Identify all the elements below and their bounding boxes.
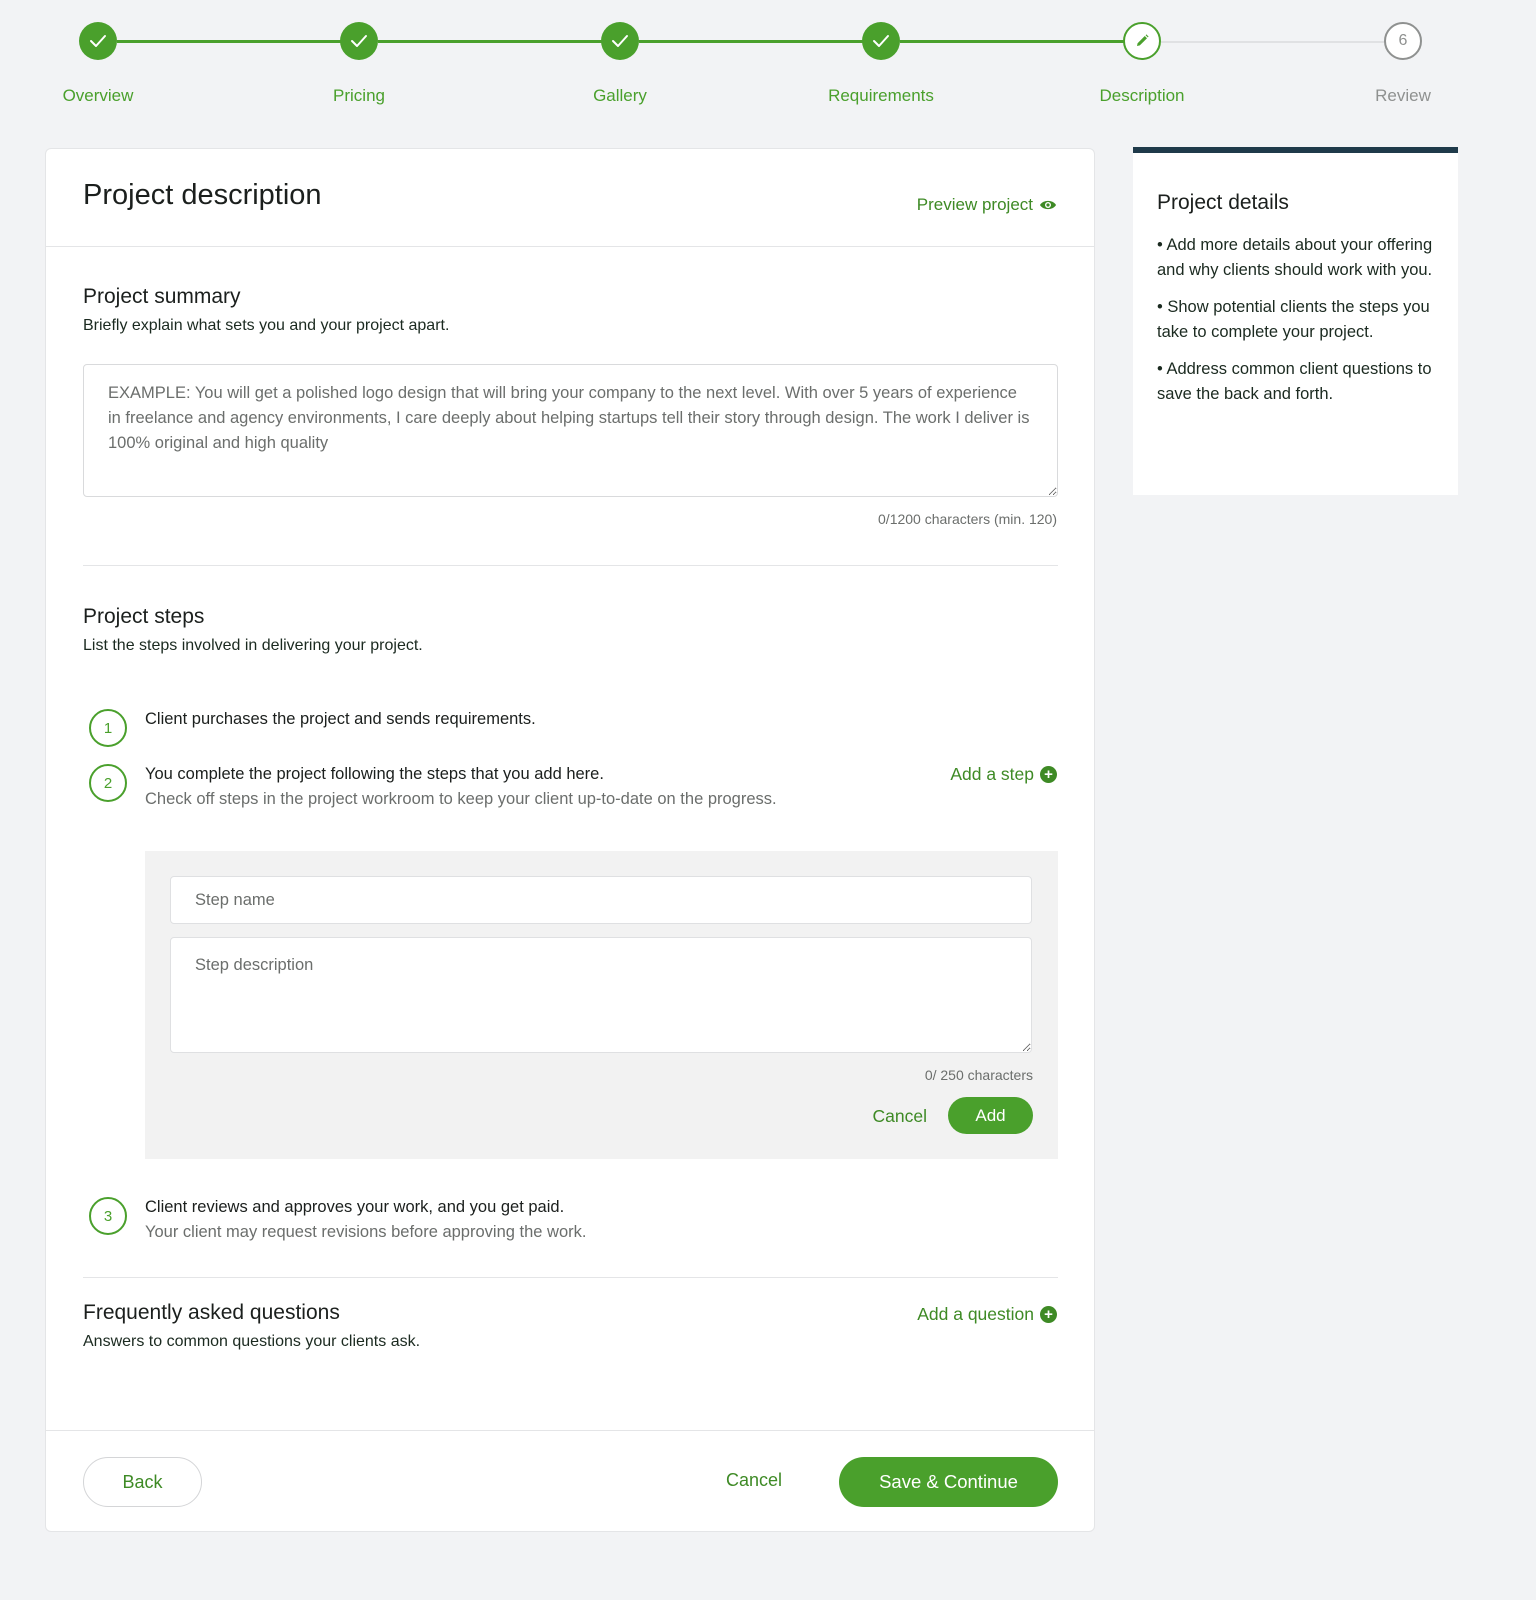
card-footer: Back Cancel Save & Continue — [46, 1430, 1094, 1532]
step-text: You complete the project following the s… — [145, 762, 777, 812]
steps-subtitle: List the steps involved in delivering yo… — [83, 637, 423, 654]
stepper-connector — [1161, 41, 1385, 43]
step-description-textarea[interactable] — [170, 937, 1032, 1053]
step-review-number: 6 — [1398, 32, 1408, 49]
sidebar-tip: • Show potential clients the steps you t… — [1157, 298, 1430, 341]
section-divider — [83, 1277, 1058, 1278]
step-sub-text: Your client may request revisions before… — [145, 1223, 587, 1241]
faq-title: Frequently asked questions — [83, 1301, 340, 1324]
project-description-card: Project description Preview project Proj… — [45, 148, 1095, 1532]
check-icon — [873, 35, 889, 47]
step-description-counter: 0/ 250 characters — [924, 1067, 1033, 1083]
card-header: Project description Preview project — [46, 149, 1094, 247]
step-main-text: Client purchases the project and sends r… — [145, 710, 536, 728]
stepper-connector — [378, 40, 602, 43]
step-label-pricing[interactable]: Pricing — [259, 86, 459, 106]
sidebar-tip: • Add more details about your offering a… — [1157, 236, 1433, 279]
pencil-icon — [1137, 34, 1149, 46]
cancel-step-button[interactable]: Cancel — [873, 1106, 927, 1127]
step-label-overview[interactable]: Overview — [0, 86, 198, 106]
faq-subtitle: Answers to common questions your clients… — [83, 1333, 421, 1350]
step-number-badge: 1 — [89, 709, 127, 747]
plus-circle-icon: + — [1040, 1306, 1057, 1323]
step-overview-node[interactable] — [79, 22, 117, 60]
steps-title: Project steps — [83, 605, 205, 628]
step-label-review[interactable]: Review — [1303, 86, 1503, 106]
add-step-button[interactable]: Add — [948, 1097, 1033, 1134]
summary-subtitle: Briefly explain what sets you and your p… — [83, 317, 450, 334]
stepper-connector — [900, 40, 1124, 43]
step-number-badge: 2 — [89, 764, 127, 802]
eye-icon — [1040, 200, 1056, 210]
sidebar-tip: • Address common client questions to sav… — [1157, 360, 1432, 403]
check-icon — [90, 35, 106, 47]
check-icon — [351, 35, 367, 47]
step-gallery-node[interactable] — [601, 22, 639, 60]
preview-project-link[interactable]: Preview project — [917, 195, 1057, 215]
step-sub-text: Check off steps in the project workroom … — [145, 790, 777, 808]
step-pricing-node[interactable] — [340, 22, 378, 60]
stepper-connector — [639, 40, 863, 43]
step-name-input[interactable] — [170, 876, 1032, 924]
step-description-node[interactable] — [1123, 22, 1161, 60]
preview-project-label: Preview project — [916, 195, 1033, 214]
step-requirements-node[interactable] — [862, 22, 900, 60]
step-main-text: You complete the project following the s… — [145, 765, 604, 783]
step-main-text: Client reviews and approves your work, a… — [145, 1198, 565, 1216]
page-title: Project description — [83, 179, 322, 211]
add-step-panel: 0/ 250 characters Cancel Add — [145, 851, 1058, 1159]
add-question-link[interactable]: Add a question + — [917, 1304, 1057, 1325]
step-label-gallery[interactable]: Gallery — [520, 86, 720, 106]
progress-stepper: 6 Overview Pricing Gallery Requirements … — [0, 0, 1505, 120]
cancel-button[interactable]: Cancel — [726, 1470, 782, 1491]
add-step-label: Add a step — [950, 764, 1034, 784]
check-icon — [612, 35, 628, 47]
stepper-connector — [117, 40, 341, 43]
sidebar-title: Project details — [1157, 191, 1289, 214]
summary-title: Project summary — [83, 285, 241, 308]
project-details-sidebar: Project details • Add more details about… — [1133, 147, 1458, 495]
summary-char-counter: 0/1200 characters (min. 120) — [878, 511, 1057, 527]
project-summary-textarea[interactable] — [83, 364, 1058, 497]
add-question-label: Add a question — [917, 1304, 1034, 1324]
step-text: Client reviews and approves your work, a… — [145, 1195, 586, 1245]
section-divider — [83, 565, 1058, 566]
plus-circle-icon: + — [1040, 766, 1057, 783]
save-continue-button[interactable]: Save & Continue — [839, 1457, 1058, 1507]
step-label-requirements[interactable]: Requirements — [781, 86, 981, 106]
step-review-node[interactable]: 6 — [1384, 22, 1422, 60]
step-text: Client purchases the project and sends r… — [145, 707, 536, 732]
step-number-badge: 3 — [89, 1197, 127, 1235]
back-button[interactable]: Back — [83, 1457, 202, 1507]
step-label-description[interactable]: Description — [1042, 86, 1242, 106]
add-step-link[interactable]: Add a step + — [950, 764, 1057, 785]
